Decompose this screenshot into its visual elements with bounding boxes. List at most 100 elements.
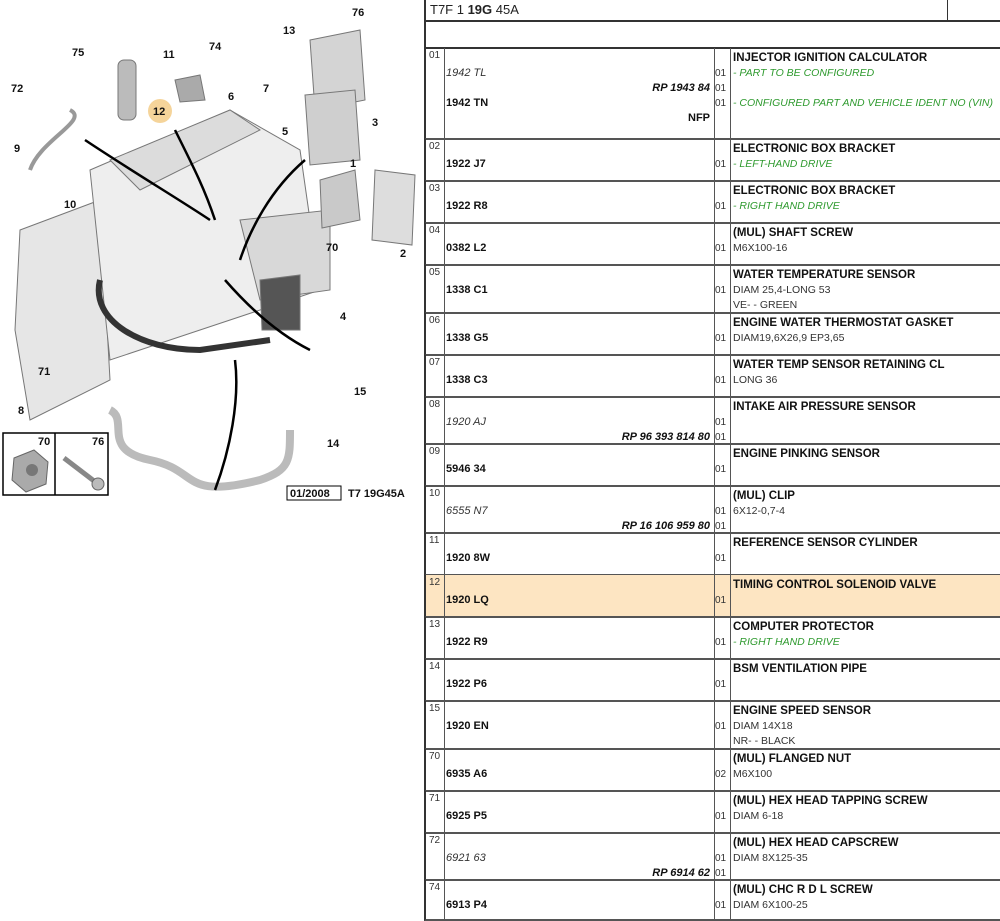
- row-line: (MUL) CHC R D L SCREW: [426, 883, 1000, 898]
- table-row[interactable]: 12 TIMING CONTROL SOLENOID VALVE 1920 LQ 01: [424, 575, 1000, 618]
- callout-9[interactable]: 9: [14, 143, 20, 155]
- part-reference[interactable]: 1338 G5: [446, 331, 712, 346]
- part-reference[interactable]: 1920 EN: [446, 719, 712, 734]
- part-reference[interactable]: 1922 R8: [446, 199, 712, 214]
- part-reference[interactable]: 1920 8W: [446, 551, 712, 566]
- table-row[interactable]: 71 (MUL) HEX HEAD TAPPING SCREW 6925 P5 01 D…: [424, 791, 1000, 834]
- part-reference[interactable]: 1920 LQ: [446, 593, 712, 608]
- part-reference[interactable]: 1338 C3: [446, 373, 712, 388]
- table-row[interactable]: 07 WATER TEMP SENSOR RETAINING CL 1338 C3 0…: [424, 355, 1000, 398]
- callout-70[interactable]: 70: [326, 242, 338, 254]
- part-reference[interactable]: RP 6914 62: [442, 866, 710, 881]
- callout-8[interactable]: 8: [18, 405, 24, 417]
- table-row[interactable]: 11 REFERENCE SENSOR CYLINDER 1920 8W 01: [424, 533, 1000, 576]
- callout-7[interactable]: 7: [263, 83, 269, 95]
- row-line: 6555 N7 01 6X12-0,7-4: [426, 504, 1000, 519]
- quantity: 01: [715, 432, 727, 443]
- callout-14[interactable]: 14: [327, 438, 340, 450]
- part-reference[interactable]: NFP: [442, 111, 710, 126]
- parts-diagram: 761375 117472 761235911070 247115814 70 76 …: [2, 7, 416, 501]
- quantity: 01: [715, 637, 727, 648]
- callout-13[interactable]: 13: [283, 25, 295, 37]
- callout-12[interactable]: 12: [153, 106, 165, 118]
- row-line: 1338 C3 01 LONG 36: [426, 373, 1000, 388]
- quantity: 01: [715, 98, 727, 109]
- table-row[interactable]: 05 WATER TEMPERATURE SENSOR 1338 C1 01 DIAM …: [424, 265, 1000, 314]
- callout-6[interactable]: 6: [228, 91, 234, 103]
- part-name: (MUL) SHAFT SCREW: [733, 227, 854, 239]
- part-name: REFERENCE SENSOR CYLINDER: [733, 537, 918, 549]
- row-line: (MUL) HEX HEAD CAPSCREW: [426, 836, 1000, 851]
- callout-74[interactable]: 74: [209, 41, 222, 53]
- callout-15[interactable]: 15: [354, 386, 366, 398]
- table-row[interactable]: 15 ENGINE SPEED SENSOR 1920 EN 01 DIAM 14X18…: [424, 701, 1000, 750]
- table-row[interactable]: 03 ELECTRONIC BOX BRACKET 1922 R8 01- RIGHT…: [424, 181, 1000, 224]
- table-row[interactable]: 74 (MUL) CHC R D L SCREW 6913 P4 01 DIAM 6X1…: [424, 880, 1000, 921]
- diagram-reference: T7 19G45A: [348, 488, 405, 500]
- row-line: COMPUTER PROTECTOR: [426, 620, 1000, 635]
- table-row[interactable]: 13 COMPUTER PROTECTOR 1922 R9 01- RIGHT HAN…: [424, 617, 1000, 660]
- row-line: TIMING CONTROL SOLENOID VALVE: [426, 578, 1000, 593]
- table-row[interactable]: 02 ELECTRONIC BOX BRACKET 1922 J7 01- LEFT-…: [424, 139, 1000, 182]
- row-line: (MUL) FLANGED NUT: [426, 752, 1000, 767]
- quantity: 01: [715, 159, 727, 170]
- row-line: 0382 L2 01 M6X100-16: [426, 241, 1000, 256]
- part-reference[interactable]: 1922 P6: [446, 677, 712, 692]
- row-line: VE- - GREEN: [426, 298, 1000, 313]
- part-reference[interactable]: 1922 R9: [446, 635, 712, 650]
- callout-71[interactable]: 71: [38, 366, 50, 378]
- row-line: RP 96 393 814 80 01: [426, 430, 1000, 445]
- callout-75[interactable]: 75: [72, 47, 84, 59]
- quantity: 01: [715, 464, 727, 475]
- quantity: 01: [715, 201, 727, 212]
- callout-10[interactable]: 10: [64, 199, 76, 211]
- table-row[interactable]: 01 INJECTOR IGNITION CALCULATOR 1942 TL 01-…: [424, 48, 1000, 140]
- part-reference[interactable]: 1920 AJ: [446, 415, 712, 430]
- part-reference[interactable]: 1942 TL: [446, 66, 712, 81]
- part-name: WATER TEMP SENSOR RETAINING CL: [733, 359, 945, 371]
- row-line: 1922 R8 01 - RIGHT HAND DRIVE: [426, 199, 1000, 214]
- part-note: DIAM 25,4-LONG 53: [733, 284, 831, 296]
- table-row[interactable]: 08 INTAKE AIR PRESSURE SENSOR 1920 AJ 01 RP …: [424, 397, 1000, 445]
- quantity: 01: [715, 595, 727, 606]
- callout-72[interactable]: 72: [11, 83, 23, 95]
- table-row[interactable]: 04 (MUL) SHAFT SCREW 0382 L2 01 M6X100-16: [424, 223, 1000, 266]
- part-reference[interactable]: 1922 J7: [446, 157, 712, 172]
- callout-2[interactable]: 2: [400, 248, 406, 260]
- part-reference[interactable]: 6935 A6: [446, 767, 712, 782]
- part-reference[interactable]: 6921 63: [446, 851, 712, 866]
- quantity: 02: [715, 769, 727, 780]
- part-name: (MUL) CLIP: [733, 490, 795, 502]
- part-name: INJECTOR IGNITION CALCULATOR: [733, 52, 928, 64]
- part-reference[interactable]: 6555 N7: [446, 504, 712, 519]
- part-reference[interactable]: 1942 TN: [446, 96, 712, 111]
- table-row[interactable]: 72 (MUL) HEX HEAD CAPSCREW 6921 63 01 DIAM 8…: [424, 833, 1000, 881]
- table-blank-row: [424, 20, 1000, 49]
- part-reference[interactable]: 5946 34: [446, 462, 712, 477]
- part-reference[interactable]: 1338 C1: [446, 283, 712, 298]
- part-name: BSM VENTILATION PIPE: [733, 663, 867, 675]
- part-reference[interactable]: 6925 P5: [446, 809, 712, 824]
- table-row[interactable]: 14 BSM VENTILATION PIPE 1922 P6 01: [424, 659, 1000, 702]
- callout-4[interactable]: 4: [340, 311, 347, 323]
- callout-1[interactable]: 1: [350, 158, 356, 170]
- table-row[interactable]: 10 (MUL) CLIP 6555 N7 01 6X12-0,7-4 RP 16 106…: [424, 486, 1000, 534]
- row-line: NFP: [426, 111, 1000, 126]
- part-name: (MUL) CHC R D L SCREW: [733, 884, 873, 896]
- part-reference[interactable]: 6913 P4: [446, 898, 712, 913]
- part-note: DIAM 14X18: [733, 720, 793, 732]
- callout-76[interactable]: 76: [352, 7, 364, 19]
- callout-5[interactable]: 5: [282, 126, 288, 138]
- row-line: 6921 63 01 DIAM 8X125-35: [426, 851, 1000, 866]
- part-reference[interactable]: RP 1943 84: [442, 81, 710, 96]
- callout-11[interactable]: 11: [163, 49, 175, 61]
- quantity: 01: [715, 721, 727, 732]
- part-note: - PART TO BE CONFIGURED: [733, 67, 875, 79]
- table-row[interactable]: 06 ENGINE WATER THERMOSTAT GASKET 1338 G5 0…: [424, 313, 1000, 356]
- table-row[interactable]: 09 ENGINE PINKING SENSOR 5946 34 01: [424, 444, 1000, 487]
- table-row[interactable]: 70 (MUL) FLANGED NUT 6935 A6 02 M6X100: [424, 749, 1000, 792]
- callout-3[interactable]: 3: [372, 117, 378, 129]
- part-reference[interactable]: RP 16 106 959 80: [442, 519, 710, 534]
- part-reference[interactable]: RP 96 393 814 80: [442, 430, 710, 445]
- part-reference[interactable]: 0382 L2: [446, 241, 712, 256]
